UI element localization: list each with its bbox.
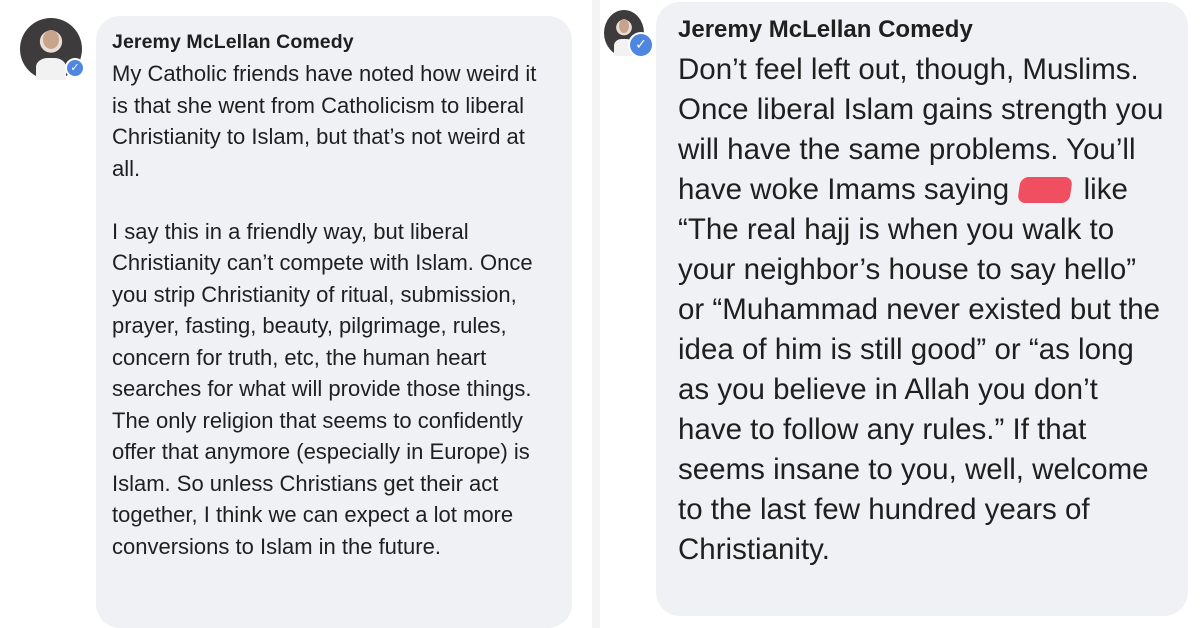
avatar[interactable]: ✓ <box>604 10 654 58</box>
red-censor-mark <box>1017 177 1074 203</box>
left-comment-panel: ✓ Jeremy McLellan Comedy My Catholic fri… <box>0 0 592 628</box>
avatar-shirt <box>36 57 66 80</box>
comment-bubble: Jeremy McLellan Comedy My Catholic frien… <box>96 16 572 628</box>
comment-body: Don’t feel left out, though, Muslims. On… <box>678 50 1166 570</box>
comment-paragraph: I say this in a friendly way, but libera… <box>112 218 533 559</box>
avatar-face <box>618 19 630 33</box>
verified-badge-icon: ✓ <box>65 58 85 78</box>
author-name[interactable]: Jeremy McLellan Comedy <box>112 30 556 54</box>
screenshot-divider <box>592 0 600 628</box>
avatar-face <box>42 30 60 49</box>
comment-body: My Catholic friends have noted how weird… <box>112 58 556 562</box>
comment-paragraph: Don’t feel left out, though, Muslims. On… <box>678 50 1166 570</box>
cut-off-next-comment <box>690 618 950 628</box>
verified-badge-icon: ✓ <box>628 32 654 58</box>
author-name[interactable]: Jeremy McLellan Comedy <box>678 16 1166 44</box>
comment-bubble: Jeremy McLellan Comedy Don’t feel left o… <box>656 2 1188 616</box>
avatar[interactable]: ✓ <box>20 18 85 80</box>
comment-text-after-censor: like “The real hajj is when you walk to … <box>678 173 1161 566</box>
comment-paragraph: My Catholic friends have noted how weird… <box>112 61 537 181</box>
